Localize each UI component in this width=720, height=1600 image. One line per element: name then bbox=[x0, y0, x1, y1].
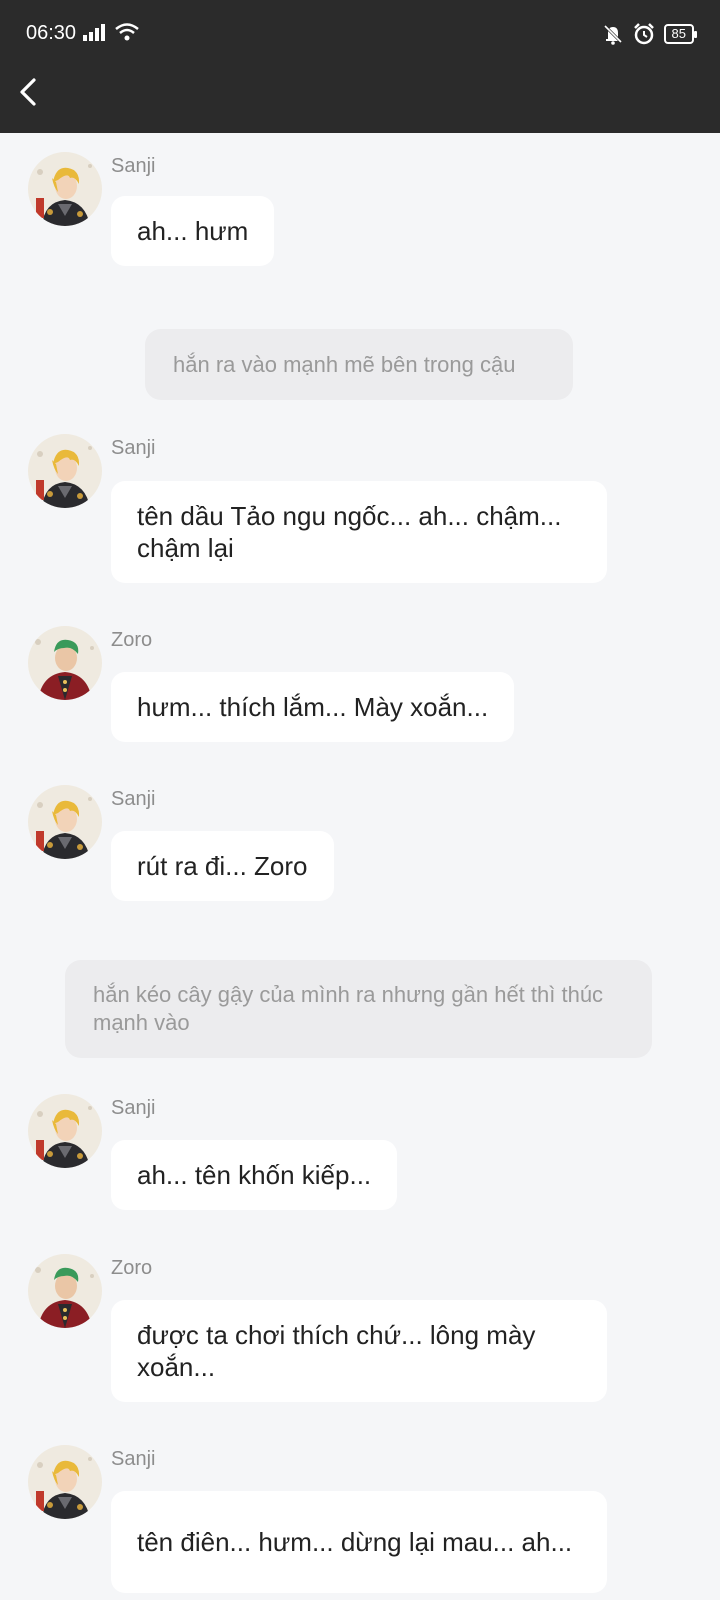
narration-bubble: hắn ra vào mạnh mẽ bên trong cậu bbox=[145, 329, 573, 400]
avatar[interactable] bbox=[28, 1254, 102, 1328]
message-bubble: hưm... thích lắm... Mày xoắn... bbox=[111, 672, 515, 742]
avatar[interactable] bbox=[28, 626, 102, 700]
message-text: rút ra đi... Zoro bbox=[137, 851, 308, 881]
avatar[interactable] bbox=[28, 1445, 102, 1519]
narration-text: hắn kéo cây gậy của mình ra nhưng gần hế… bbox=[93, 982, 604, 1035]
message-bubble: rút ra đi... Zoro bbox=[111, 831, 334, 901]
message-bubble: tên dầu Tảo ngu ngốc... ah... chậm... ch… bbox=[111, 481, 607, 583]
sender-name: Sanji bbox=[111, 437, 156, 459]
sender-name: Sanji bbox=[111, 1448, 156, 1470]
sender-name: Sanji bbox=[111, 1097, 156, 1119]
status-time: 06:30 bbox=[26, 22, 77, 44]
message-bubble: tên điên... hưm... dừng lại mau... ah... bbox=[111, 1491, 607, 1593]
sender-name: Zoro bbox=[111, 1257, 153, 1279]
battery-icon: 85 bbox=[663, 24, 698, 44]
message-text: tên điên... hưm... dừng lại mau... ah... bbox=[137, 1527, 573, 1557]
message-text: ah... tên khốn kiếp... bbox=[137, 1160, 372, 1190]
mute-bell-icon bbox=[603, 24, 622, 45]
message-text: được ta chơi thích chứ... lông mày xoắn.… bbox=[137, 1320, 536, 1382]
avatar[interactable] bbox=[28, 152, 102, 226]
signal-icon bbox=[83, 24, 105, 41]
message-bubble: ah... hưm bbox=[111, 196, 275, 266]
message-text: ah... hưm bbox=[137, 216, 249, 246]
message-text: tên dầu Tảo ngu ngốc... ah... chậm... ch… bbox=[137, 501, 562, 563]
message-text: hưm... thích lắm... Mày xoắn... bbox=[137, 692, 489, 722]
sender-name: Zoro bbox=[111, 629, 153, 651]
back-button[interactable] bbox=[14, 76, 46, 108]
narration-text: hắn ra vào mạnh mẽ bên trong cậu bbox=[173, 351, 516, 377]
message-bubble: ah... tên khốn kiếp... bbox=[111, 1140, 398, 1210]
narration-bubble: hắn kéo cây gậy của mình ra nhưng gần hế… bbox=[65, 960, 652, 1058]
sender-name: Sanji bbox=[111, 788, 156, 810]
wifi-icon bbox=[115, 23, 139, 41]
avatar[interactable] bbox=[28, 434, 102, 508]
message-bubble: được ta chơi thích chứ... lông mày xoắn.… bbox=[111, 1300, 607, 1402]
sender-name: Sanji bbox=[111, 155, 156, 177]
alarm-icon bbox=[633, 23, 654, 45]
top-bar: 06:30 85 bbox=[0, 0, 720, 133]
avatar[interactable] bbox=[28, 1094, 102, 1168]
avatar[interactable] bbox=[28, 785, 102, 859]
